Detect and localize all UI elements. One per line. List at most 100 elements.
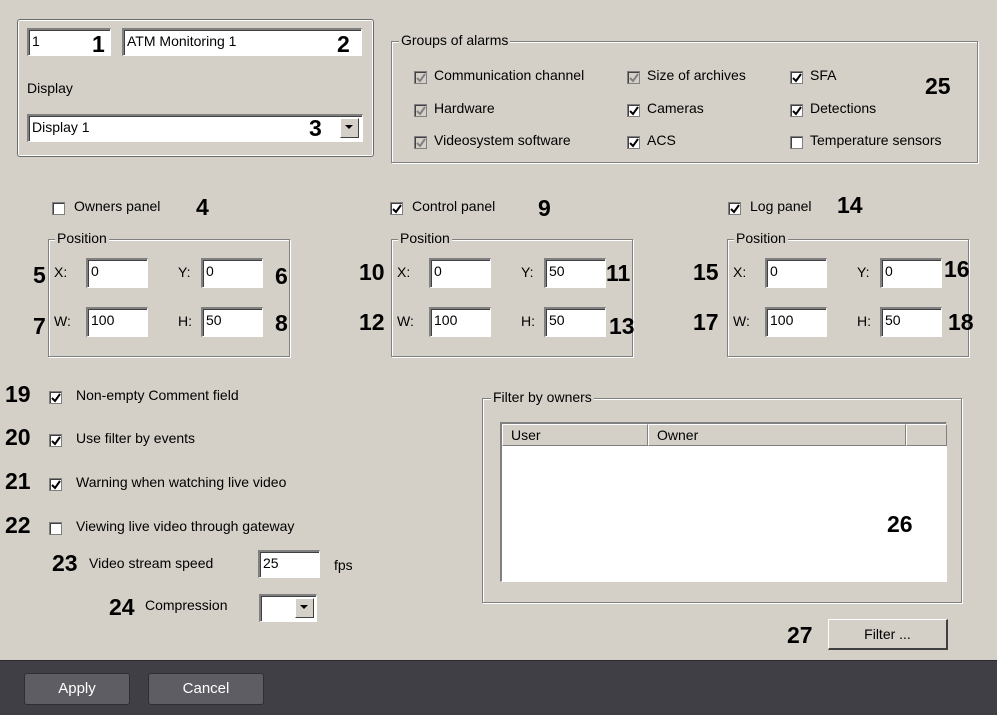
- alarm-group-label: Size of archives: [647, 67, 746, 83]
- callout-10: 10: [359, 259, 385, 285]
- checkmark-icon: [730, 204, 740, 214]
- log-y-input[interactable]: 0: [880, 258, 942, 288]
- checkmark-icon: [416, 138, 426, 148]
- log-panel-checkbox[interactable]: [728, 202, 741, 215]
- log-h-input[interactable]: 50: [880, 307, 942, 337]
- alarm-group-checkbox[interactable]: [627, 136, 640, 149]
- callout-2: 2: [337, 31, 350, 57]
- callout-15: 15: [693, 259, 719, 285]
- owners-h-input[interactable]: 50: [201, 307, 263, 337]
- name-field[interactable]: ATM Monitoring 1: [122, 28, 362, 56]
- control-w-input[interactable]: 100: [429, 307, 491, 337]
- display-label: Display: [27, 80, 73, 96]
- log-w-input[interactable]: 100: [765, 307, 827, 337]
- option-label: Use filter by events: [76, 430, 196, 446]
- alarm-group-checkbox[interactable]: [627, 71, 640, 84]
- column-header-owner[interactable]: Owner: [648, 424, 906, 446]
- video-stream-speed-label: Video stream speed: [89, 555, 214, 571]
- alarm-group-checkbox[interactable]: [790, 71, 803, 84]
- option-checkbox[interactable]: [49, 522, 62, 535]
- alarm-group-checkbox[interactable]: [790, 104, 803, 117]
- y-label: Y:: [521, 264, 534, 280]
- option-checkbox[interactable]: [49, 478, 62, 491]
- callout-20: 20: [5, 424, 31, 450]
- w-label: W:: [54, 313, 71, 329]
- owners-panel-label: Owners panel: [74, 198, 161, 214]
- callout-1: 1: [92, 31, 105, 57]
- checkmark-icon: [629, 106, 639, 116]
- control-h-input[interactable]: 50: [544, 307, 606, 337]
- filter-by-owners-title: Filter by owners: [491, 389, 594, 405]
- apply-button[interactable]: Apply: [24, 673, 130, 705]
- option-checkbox[interactable]: [49, 434, 62, 447]
- position-group: [727, 239, 969, 357]
- callout-12: 12: [359, 309, 385, 335]
- position-group: [48, 239, 290, 357]
- video-stream-speed-input[interactable]: 25: [258, 550, 320, 578]
- option-label: Non-empty Comment field: [76, 387, 239, 403]
- h-label: H:: [521, 313, 535, 329]
- alarm-group-label: SFA: [810, 67, 837, 83]
- w-label: W:: [733, 313, 750, 329]
- option-checkbox[interactable]: [49, 391, 62, 404]
- alarm-group-label: ACS: [647, 132, 676, 148]
- checkmark-icon: [392, 204, 402, 214]
- control-x-input[interactable]: 0: [429, 258, 491, 288]
- log-x-input[interactable]: 0: [765, 258, 827, 288]
- callout-9: 9: [538, 195, 551, 221]
- groups-of-alarms-title: Groups of alarms: [399, 32, 511, 48]
- alarm-group-label: Videosystem software: [434, 132, 571, 148]
- owners-x-input[interactable]: 0: [86, 258, 148, 288]
- callout-6: 6: [275, 263, 288, 289]
- checkmark-icon: [629, 73, 639, 83]
- cancel-button[interactable]: Cancel: [148, 673, 264, 705]
- column-header-user[interactable]: User: [502, 424, 648, 446]
- w-label: W:: [397, 313, 414, 329]
- position-group: [391, 239, 633, 357]
- option-label: Viewing live video through gateway: [76, 518, 295, 534]
- owners-panel-checkbox[interactable]: [52, 202, 65, 215]
- checkmark-icon: [51, 436, 61, 446]
- filter-button[interactable]: Filter ...: [828, 619, 948, 650]
- callout-7: 7: [33, 313, 46, 339]
- bottom-toolbar: Apply Cancel: [0, 660, 997, 715]
- fps-unit-label: fps: [334, 557, 353, 573]
- position-title: Position: [55, 230, 109, 246]
- column-header-spacer: [906, 424, 947, 446]
- alarm-group-label: Temperature sensors: [810, 132, 942, 148]
- callout-3: 3: [309, 115, 322, 141]
- control-y-input[interactable]: 50: [544, 258, 606, 288]
- owners-w-input[interactable]: 100: [86, 307, 148, 337]
- callout-14: 14: [837, 192, 863, 218]
- checkmark-icon: [792, 73, 802, 83]
- callout-23: 23: [52, 550, 78, 576]
- checkmark-icon: [416, 106, 426, 116]
- callout-22: 22: [5, 512, 31, 538]
- control-panel-checkbox[interactable]: [390, 202, 403, 215]
- alarm-group-checkbox[interactable]: [790, 136, 803, 149]
- alarm-group-checkbox[interactable]: [414, 71, 427, 84]
- alarm-group-label: Cameras: [647, 100, 704, 116]
- checkmark-icon: [416, 73, 426, 83]
- callout-8: 8: [275, 310, 288, 336]
- alarm-group-checkbox[interactable]: [414, 104, 427, 117]
- owners-list[interactable]: User Owner: [500, 422, 947, 582]
- callout-26: 26: [887, 511, 913, 537]
- display-dropdown-button[interactable]: [340, 118, 359, 138]
- callout-25: 25: [925, 73, 951, 99]
- callout-18: 18: [948, 309, 974, 335]
- owners-y-input[interactable]: 0: [201, 258, 263, 288]
- x-label: X:: [733, 264, 747, 280]
- alarm-group-label: Hardware: [434, 100, 495, 116]
- control-panel-label: Control panel: [412, 198, 496, 214]
- display-select-value: Display 1: [32, 119, 90, 135]
- position-title: Position: [734, 230, 788, 246]
- alarm-group-checkbox[interactable]: [627, 104, 640, 117]
- checkmark-icon: [629, 138, 639, 148]
- h-label: H:: [178, 313, 192, 329]
- callout-16: 16: [944, 256, 970, 282]
- x-label: X:: [397, 264, 411, 280]
- compression-dropdown-button[interactable]: [295, 598, 314, 618]
- alarm-group-checkbox[interactable]: [414, 136, 427, 149]
- callout-19: 19: [5, 381, 31, 407]
